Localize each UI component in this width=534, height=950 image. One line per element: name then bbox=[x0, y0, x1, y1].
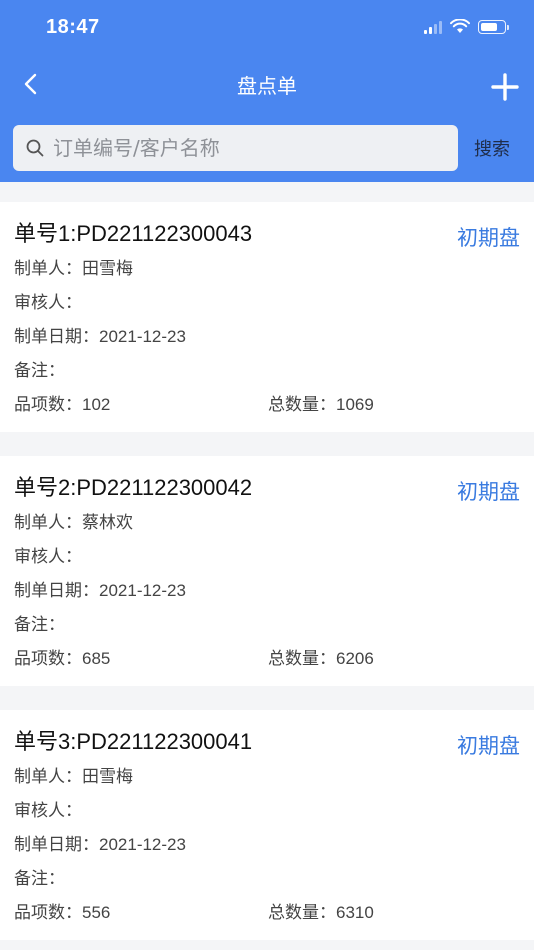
maker-value: 田雪梅 bbox=[82, 767, 133, 787]
status-time: 18:47 bbox=[46, 16, 100, 38]
total-group: 总数量： 6310 bbox=[268, 896, 374, 930]
remark-label: 备注： bbox=[14, 869, 65, 889]
items-value: 102 bbox=[82, 395, 111, 414]
status-bar: 18:47 bbox=[0, 0, 534, 56]
items-label: 品项数： bbox=[14, 903, 82, 923]
order-list: 单号1:PD221122300043 初期盘 制单人： 田雪梅 审核人： 制单日… bbox=[0, 182, 534, 940]
items-group: 品项数： 556 bbox=[14, 896, 268, 930]
maker-value: 田雪梅 bbox=[82, 259, 133, 279]
order-type-badge: 初期盘 bbox=[457, 226, 520, 250]
search-button[interactable]: 搜索 bbox=[474, 135, 510, 161]
nav-bar: 盘点单 bbox=[0, 56, 534, 114]
date-value: 2021-12-23 bbox=[99, 327, 186, 346]
maker-row: 制单人： 田雪梅 bbox=[14, 760, 520, 794]
quantity-row: 品项数： 685 总数量： 6206 bbox=[14, 642, 520, 676]
total-label: 总数量： bbox=[268, 649, 336, 669]
reviewer-label: 审核人： bbox=[14, 293, 82, 313]
maker-value: 蔡林欢 bbox=[82, 513, 133, 533]
date-label: 制单日期： bbox=[14, 327, 99, 347]
date-row: 制单日期： 2021-12-23 bbox=[14, 574, 520, 608]
date-label: 制单日期： bbox=[14, 581, 99, 601]
remark-row: 备注： bbox=[14, 862, 520, 896]
total-group: 总数量： 1069 bbox=[268, 388, 374, 422]
maker-row: 制单人： 蔡林欢 bbox=[14, 506, 520, 540]
order-card-2[interactable]: 单号2:PD221122300042 初期盘 制单人： 蔡林欢 审核人： 制单日… bbox=[0, 456, 534, 686]
add-icon[interactable] bbox=[490, 72, 520, 102]
date-value: 2021-12-23 bbox=[99, 581, 186, 600]
items-label: 品项数： bbox=[14, 649, 82, 669]
remark-label: 备注： bbox=[14, 615, 65, 635]
items-group: 品项数： 102 bbox=[14, 388, 268, 422]
remark-row: 备注： bbox=[14, 354, 520, 388]
total-group: 总数量： 6206 bbox=[268, 642, 374, 676]
order-number: 单号1:PD221122300043 bbox=[14, 221, 253, 246]
reviewer-row: 审核人： bbox=[14, 794, 520, 828]
signal-icon bbox=[424, 20, 442, 34]
maker-label: 制单人： bbox=[14, 259, 82, 279]
remark-row: 备注： bbox=[14, 608, 520, 642]
reviewer-label: 审核人： bbox=[14, 547, 82, 567]
search-row: 搜索 bbox=[13, 125, 534, 171]
reviewer-row: 审核人： bbox=[14, 540, 520, 574]
date-row: 制单日期： 2021-12-23 bbox=[14, 320, 520, 354]
total-value: 6310 bbox=[336, 903, 374, 922]
status-icons bbox=[424, 19, 509, 34]
items-value: 556 bbox=[82, 903, 111, 922]
items-label: 品项数： bbox=[14, 395, 82, 415]
quantity-row: 品项数： 102 总数量： 1069 bbox=[14, 388, 520, 422]
reviewer-row: 审核人： bbox=[14, 286, 520, 320]
order-number: 单号3:PD221122300041 bbox=[14, 729, 253, 754]
header: 18:47 盘点单 订单编号/客户名称 搜索 bbox=[0, 0, 534, 182]
order-type-badge: 初期盘 bbox=[457, 480, 520, 504]
total-value: 1069 bbox=[336, 395, 374, 414]
search-box[interactable] bbox=[13, 125, 458, 171]
date-row: 制单日期： 2021-12-23 bbox=[14, 828, 520, 862]
total-value: 6206 bbox=[336, 649, 374, 668]
wifi-icon bbox=[450, 19, 470, 33]
search-input[interactable] bbox=[51, 135, 458, 161]
total-label: 总数量： bbox=[268, 903, 336, 923]
order-type-badge: 初期盘 bbox=[457, 734, 520, 758]
reviewer-label: 审核人： bbox=[14, 801, 82, 821]
quantity-row: 品项数： 556 总数量： 6310 bbox=[14, 896, 520, 930]
maker-label: 制单人： bbox=[14, 513, 82, 533]
order-card-3[interactable]: 单号3:PD221122300041 初期盘 制单人： 田雪梅 审核人： 制单日… bbox=[0, 710, 534, 940]
maker-row: 制单人： 田雪梅 bbox=[14, 252, 520, 286]
order-card-1[interactable]: 单号1:PD221122300043 初期盘 制单人： 田雪梅 审核人： 制单日… bbox=[0, 202, 534, 432]
date-value: 2021-12-23 bbox=[99, 835, 186, 854]
date-label: 制单日期： bbox=[14, 835, 99, 855]
items-value: 685 bbox=[82, 649, 111, 668]
total-label: 总数量： bbox=[268, 395, 336, 415]
maker-label: 制单人： bbox=[14, 767, 82, 787]
search-icon bbox=[26, 139, 44, 157]
page-title: 盘点单 bbox=[237, 74, 297, 98]
items-group: 品项数： 685 bbox=[14, 642, 268, 676]
battery-icon bbox=[478, 19, 509, 34]
order-number: 单号2:PD221122300042 bbox=[14, 475, 253, 500]
remark-label: 备注： bbox=[14, 361, 65, 381]
